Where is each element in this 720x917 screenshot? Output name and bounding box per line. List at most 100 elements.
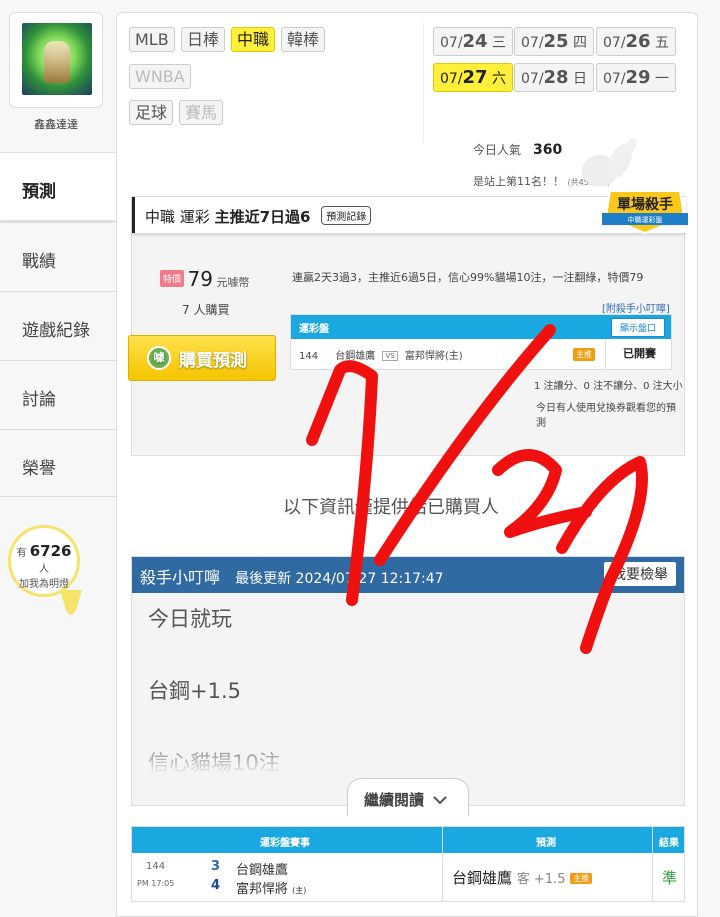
nav-item-honors[interactable]: 榮譽 — [0, 429, 116, 497]
nav-item-discussion[interactable]: 討論 — [0, 360, 116, 428]
col-header-result: 結果 — [659, 838, 679, 849]
prediction-title: 主推近7日過6 — [214, 208, 311, 226]
game-status: 已開賽 — [605, 339, 673, 369]
date-weekday: 四 — [573, 35, 588, 51]
prediction-card: 中職 運彩 主推近7日過6 預測記錄 單場殺手 中職運彩盤 特價 79 元噱幣 … — [128, 190, 688, 456]
show-odds-button[interactable]: 顯示盤口 — [610, 318, 665, 337]
tips-line: 台鋼+1.5 — [148, 679, 241, 703]
table-row: 144 PM 17:05 3 4 台鋼雄鷹 富邦悍將 (主) 台鋼雄鷹 客 +1… — [132, 853, 684, 901]
report-button[interactable]: 我要檢舉 — [604, 562, 676, 586]
attach-tips-link[interactable]: [附殺手小叮嚀] — [602, 300, 670, 315]
date-day: 27 — [462, 67, 488, 88]
league-tab-cpbl[interactable]: 中職 — [231, 27, 276, 52]
home-team-name: 富邦悍將 — [236, 882, 289, 897]
col-header-prediction: 預測 — [536, 838, 556, 849]
home-score: 4 — [211, 878, 221, 893]
date-day: 24 — [462, 31, 488, 52]
game-table-header: 運彩盤賽事 預測 結果 — [132, 827, 684, 853]
date-month: 07/ — [440, 35, 463, 51]
date-weekday: 一 — [655, 71, 670, 87]
prediction-cell: 台鋼雄鷹 客 +1.5 主推 — [452, 867, 593, 888]
date-month: 07/ — [521, 35, 544, 51]
odds-table: 運彩盤 顯示盤口 144 台鋼雄鷹 VS 富邦悍將(主) 主推 已開賽 — [290, 314, 672, 370]
date-month: 07/ — [603, 71, 626, 87]
nav-item-record[interactable]: 戰績 — [0, 222, 116, 290]
bet-count-note: 1 注讓分、0 注不讓分、0 注大小 — [534, 381, 683, 392]
prediction-record-button[interactable]: 預測記錄 — [321, 206, 372, 225]
main-panel: MLB 日棒 中職 韓棒 WNBA 足球 賽馬 07/24 三 07/25 四 … — [116, 12, 698, 917]
odds-table-header: 運彩盤 顯示盤口 — [291, 315, 671, 339]
date-tab-0725[interactable]: 07/25 四 — [514, 27, 595, 56]
predicted-team: 台鋼雄鷹 — [452, 869, 513, 887]
killer-tips-panel: 殺手小叮嚀 最後更新 2024/07/27 12:17:47 我要檢舉 今日就玩… — [131, 556, 685, 806]
vertical-divider — [423, 23, 424, 143]
game-number: 144 — [299, 351, 319, 362]
buyers-only-notice: 以下資訊僅提供給已購買人 — [283, 497, 499, 518]
badge-title: 單場殺手 — [617, 196, 673, 213]
nav-item-game-history[interactable]: 遊戲紀錄 — [0, 291, 116, 359]
avatar-image — [22, 23, 92, 95]
price-value: 79 — [187, 267, 213, 291]
tips-title: 殺手小叮嚀 — [140, 568, 221, 587]
main-pick-tag: 主推 — [573, 348, 595, 361]
game-number: 144 — [146, 861, 166, 872]
voucher-note: 今日有人使用兌換券觀看您的預測 — [536, 403, 676, 429]
popularity-decoration-icon — [582, 137, 637, 187]
continue-reading-button[interactable]: 繼續閱讀 — [347, 778, 469, 816]
date-month: 07/ — [521, 71, 544, 87]
nav-item-predictions[interactable]: 預測 — [0, 152, 116, 220]
away-score: 3 — [211, 859, 221, 874]
game-results-table: 運彩盤賽事 預測 結果 144 PM 17:05 3 4 台鋼雄鷹 富邦悍將 (… — [131, 826, 685, 902]
league-tab-mlb[interactable]: MLB — [129, 27, 175, 52]
rank-label: 是站上第11名！！ — [473, 175, 564, 188]
league-tab-npb[interactable]: 日棒 — [181, 27, 226, 52]
odds-table-title: 運彩盤 — [299, 324, 329, 335]
prediction-description: 連贏2天3過3，主推近6過5日，信心99%貓場10注，一注翻綠，特價79 — [292, 271, 644, 284]
result-value: 準 — [662, 869, 678, 887]
tips-fade — [132, 735, 684, 775]
date-day: 29 — [625, 67, 651, 88]
fans-count: 6726 — [29, 542, 72, 560]
league-tab-wnba[interactable]: WNBA — [129, 64, 191, 89]
home-team: 富邦悍將(主) — [404, 351, 463, 362]
date-month: 07/ — [440, 71, 463, 87]
tips-line: 今日就玩 — [148, 607, 232, 631]
popularity-label: 今日人氣 — [473, 143, 522, 157]
date-tab-0727[interactable]: 07/27 六 — [433, 63, 514, 92]
predicted-line: 客 +1.5 — [516, 872, 566, 887]
tips-header: 殺手小叮嚀 最後更新 2024/07/27 12:17:47 我要檢舉 — [132, 557, 684, 593]
popularity: 今日人氣 360 — [473, 141, 562, 158]
buy-prediction-button[interactable]: 噱 購買預測 — [128, 335, 276, 381]
buy-button-label: 購買預測 — [179, 351, 247, 371]
date-tab-0726[interactable]: 07/26 五 — [596, 27, 677, 56]
league-tab-soccer[interactable]: 足球 — [129, 100, 174, 125]
home-mark: (主) — [292, 886, 307, 895]
league-tab-horse-racing[interactable]: 賽馬 — [179, 100, 224, 125]
tips-updated: 最後更新 2024/07/27 12:17:47 — [235, 571, 444, 587]
date-weekday: 三 — [492, 35, 507, 51]
continue-reading-label: 繼續閱讀 — [364, 791, 425, 809]
vs-label: VS — [382, 351, 398, 361]
date-tab-0724[interactable]: 07/24 三 — [433, 27, 514, 56]
coin-icon: 噱 — [147, 346, 171, 370]
lightbulb-icon — [60, 590, 82, 615]
date-day: 26 — [625, 31, 651, 52]
date-month: 07/ — [603, 35, 626, 51]
sidebar: 鑫鑫達達 預測 戰績 遊戲紀錄 討論 榮譽 有 6726 人 加我為明燈 — [0, 0, 116, 917]
badge-subtitle: 中職運彩盤 — [628, 215, 663, 224]
date-weekday: 六 — [492, 71, 507, 87]
date-tab-0729[interactable]: 07/29 一 — [596, 63, 677, 92]
date-tab-0728[interactable]: 07/28 日 — [514, 63, 595, 92]
col-header-game: 運彩盤賽事 — [260, 838, 310, 849]
price: 特價 79 元噱幣 — [160, 267, 249, 291]
column-divider — [652, 827, 653, 901]
away-team: 台鋼雄鷹 — [236, 863, 289, 878]
fans-count-line: 有 6726 人 — [11, 542, 77, 575]
chevron-down-icon — [433, 796, 447, 805]
avatar[interactable] — [9, 12, 103, 108]
username: 鑫鑫達達 — [34, 118, 78, 131]
price-unit: 元噱幣 — [216, 276, 250, 289]
table-row: 144 台鋼雄鷹 VS 富邦悍將(主) 主推 已開賽 — [291, 339, 671, 369]
away-team: 台鋼雄鷹 — [335, 351, 376, 362]
league-tab-kbo[interactable]: 韓棒 — [281, 27, 326, 52]
